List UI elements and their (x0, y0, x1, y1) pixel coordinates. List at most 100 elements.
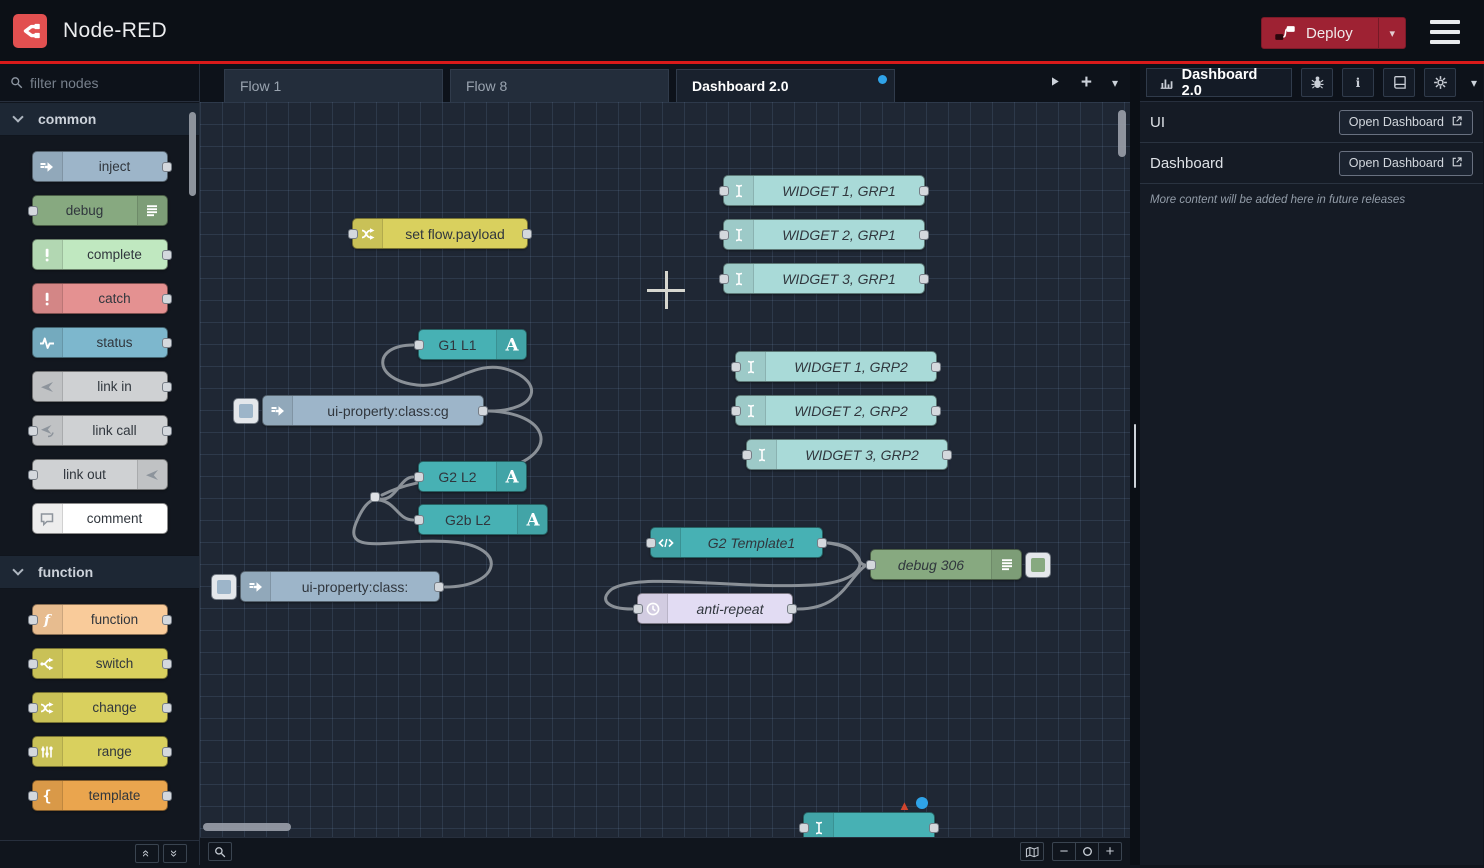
flow-node-debug-306[interactable]: debug 306 (870, 549, 1022, 580)
flow-node-anti-repeat[interactable]: anti-repeat (637, 593, 793, 624)
output-port[interactable] (162, 338, 172, 348)
input-port[interactable] (633, 604, 643, 614)
input-port[interactable] (731, 362, 741, 372)
palette-node-switch[interactable]: switch (32, 648, 168, 679)
output-port[interactable] (162, 250, 172, 260)
flow-node-widget-1-grp1[interactable]: WIDGET 1, GRP1 (723, 175, 925, 206)
debug-toggle-button[interactable] (1025, 552, 1051, 578)
input-port[interactable] (28, 426, 38, 436)
wire-junction-to-g2bl2[interactable] (379, 500, 413, 520)
settings-sidebar-button[interactable] (1424, 68, 1456, 97)
collapse-all-button[interactable]: « (135, 844, 159, 863)
input-port[interactable] (414, 472, 424, 482)
input-port[interactable] (28, 703, 38, 713)
minimap-toggle-button[interactable] (1020, 842, 1044, 861)
zoom-out-button[interactable]: − (1052, 842, 1076, 861)
palette-node-range[interactable]: range (32, 736, 168, 767)
output-port[interactable] (162, 659, 172, 669)
output-port[interactable] (162, 747, 172, 757)
palette-section-header-common[interactable]: common (0, 102, 199, 136)
input-port[interactable] (414, 515, 424, 525)
wire-junction[interactable] (370, 492, 380, 502)
input-port[interactable] (28, 791, 38, 801)
inject-button[interactable] (233, 398, 259, 424)
palette-node-change[interactable]: change (32, 692, 168, 723)
input-port[interactable] (28, 206, 38, 216)
input-port[interactable] (414, 340, 424, 350)
flow-node-g2b-l2[interactable]: G2b L2A (418, 504, 548, 535)
input-port[interactable] (28, 615, 38, 625)
output-port[interactable] (162, 294, 172, 304)
help-sidebar-button[interactable] (1383, 68, 1415, 97)
flow-node-g2-l2[interactable]: G2 L2A (418, 461, 527, 492)
flow-node-ui-property-class-cg[interactable]: ui-property:class:cg (262, 395, 484, 426)
open-dashboard-button[interactable]: Open Dashboard (1339, 110, 1473, 135)
sidebar-resizer[interactable] (1130, 64, 1140, 865)
palette-node-catch[interactable]: catch (32, 283, 168, 314)
input-port[interactable] (646, 538, 656, 548)
output-port[interactable] (162, 162, 172, 172)
output-port[interactable] (942, 450, 952, 460)
input-port[interactable] (719, 230, 729, 240)
input-port[interactable] (866, 560, 876, 570)
flow-node-widget-2-grp2[interactable]: WIDGET 2, GRP2 (735, 395, 937, 426)
palette-node-complete[interactable]: complete (32, 239, 168, 270)
flow-node-widget-1-grp2[interactable]: WIDGET 1, GRP2 (735, 351, 937, 382)
sidebar-caret-icon[interactable]: ▾ (1471, 76, 1477, 90)
output-port[interactable] (162, 426, 172, 436)
palette-node-template[interactable]: {template (32, 780, 168, 811)
palette-section-header-function[interactable]: function (0, 555, 199, 589)
flow-node-widget-3-grp1[interactable]: WIDGET 3, GRP1 (723, 263, 925, 294)
palette-filter-input[interactable] (30, 75, 180, 91)
output-port[interactable] (929, 823, 939, 833)
output-port[interactable] (919, 274, 929, 284)
output-port[interactable] (162, 615, 172, 625)
output-port[interactable] (931, 362, 941, 372)
deploy-caret-icon[interactable]: ▾ (1378, 18, 1405, 48)
canvas-vscroll-thumb[interactable] (1118, 110, 1126, 157)
canvas-hscroll-thumb[interactable] (203, 823, 291, 831)
main-menu-button[interactable] (1428, 19, 1462, 45)
input-port[interactable] (28, 747, 38, 757)
tab-dashboard-2-0[interactable]: Dashboard 2.0 (676, 69, 895, 102)
output-port[interactable] (478, 406, 488, 416)
tab-list-caret-icon[interactable]: ▾ (1112, 76, 1118, 90)
input-port[interactable] (742, 450, 752, 460)
output-port[interactable] (817, 538, 827, 548)
open-flow-list-icon[interactable] (1049, 75, 1061, 91)
resizer-grip[interactable] (1134, 424, 1136, 488)
output-port[interactable] (162, 703, 172, 713)
flow-canvas[interactable]: set flow.payloadWIDGET 1, GRP1WIDGET 2, … (200, 102, 1130, 837)
input-port[interactable] (28, 659, 38, 669)
input-port[interactable] (719, 186, 729, 196)
output-port[interactable] (787, 604, 797, 614)
output-port[interactable] (919, 186, 929, 196)
output-port[interactable] (522, 229, 532, 239)
palette-node-debug[interactable]: debug (32, 195, 168, 226)
tab-flow-1[interactable]: Flow 1 (224, 69, 443, 102)
open-dashboard-button[interactable]: Open Dashboard (1339, 151, 1473, 176)
palette-node-comment[interactable]: comment (32, 503, 168, 534)
search-flows-button[interactable] (208, 842, 232, 861)
input-port[interactable] (28, 470, 38, 480)
flow-node-clipped-node[interactable]: ▲ (803, 812, 935, 837)
flow-node-widget-2-grp1[interactable]: WIDGET 2, GRP1 (723, 219, 925, 250)
palette-node-inject[interactable]: inject (32, 151, 168, 182)
flow-node-ui-property-class[interactable]: ui-property:class: (240, 571, 440, 602)
palette-scrollbar-thumb[interactable] (189, 112, 196, 196)
output-port[interactable] (434, 582, 444, 592)
tab-dashboard-2-0[interactable]: Dashboard 2.0 (1146, 68, 1292, 97)
input-port[interactable] (799, 823, 809, 833)
flow-node-widget-3-grp2[interactable]: WIDGET 3, GRP2 (746, 439, 948, 470)
input-port[interactable] (731, 406, 741, 416)
debug-sidebar-button[interactable] (1301, 68, 1333, 97)
info-sidebar-button[interactable]: i (1342, 68, 1374, 97)
output-port[interactable] (919, 230, 929, 240)
zoom-reset-button[interactable] (1075, 842, 1099, 861)
palette-node-link-out[interactable]: link out (32, 459, 168, 490)
palette-node-link-in[interactable]: link in (32, 371, 168, 402)
palette-node-status[interactable]: status (32, 327, 168, 358)
inject-button[interactable] (211, 574, 237, 600)
input-port[interactable] (719, 274, 729, 284)
input-port[interactable] (348, 229, 358, 239)
